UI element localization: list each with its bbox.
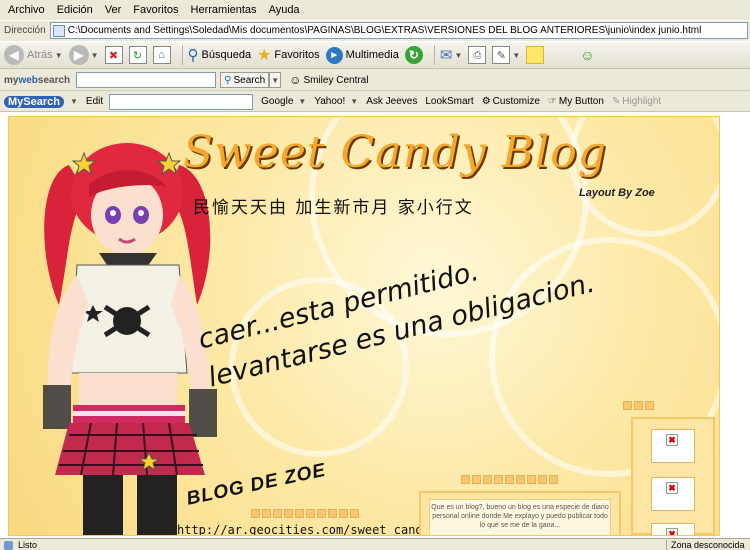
sidebar-panel: ✖ ✖ ✖ [631,417,715,535]
search-icon: ⚲ [224,74,232,86]
menu-favoritos[interactable]: Favoritos [127,4,184,16]
highlight-icon: ✎ [611,96,621,107]
mywebsearch-input[interactable] [76,72,217,88]
menu-edicion[interactable]: Edición [51,4,99,16]
messenger-button[interactable]: ☺ [580,47,594,63]
chevron-down-icon[interactable]: ▼ [454,51,462,60]
toolbar-divider [433,45,435,65]
mysearch-customize[interactable]: ⚙ Customize [482,96,540,107]
menu-archivo[interactable]: Archivo [2,4,51,16]
favorites-label: Favoritos [274,49,320,61]
decorative-dots [623,401,654,410]
multimedia-button[interactable]: ► Multimedia [325,46,399,64]
menu-ver[interactable]: Ver [99,4,128,16]
status-text: Listo [0,540,666,550]
toolbar-divider [181,45,183,65]
search-button[interactable]: ⚲ Búsqueda [188,46,252,64]
status-bar: Listo Zona desconocida [0,538,750,550]
star-icon: ★ [257,47,272,64]
mysearch-yahoo[interactable]: Yahoo! ▼ [314,96,358,107]
stop-button[interactable]: ✖ [104,46,123,64]
button-icon: ☞ [547,96,557,107]
broken-image: ✖ [651,429,695,463]
mywebsearch-dropdown[interactable]: ▼ [269,72,282,88]
mysearch-logo[interactable]: MySearch [4,95,64,108]
address-url: C:\Documents and Settings\Soledad\Mis do… [67,25,702,36]
intro-panel: Que es un blog?, bueno un blog es una es… [419,491,621,535]
mail-icon: ✉ [439,47,453,64]
back-button[interactable]: ◀ Atrás ▼ [4,45,63,65]
home-icon: ⌂ [152,46,171,64]
smiley-icon: ☺ [289,73,302,87]
note-icon [526,46,545,64]
page-icon [52,24,65,37]
mysearch-my-button[interactable]: ☞ My Button [548,96,604,107]
chevron-down-icon[interactable]: ▼ [512,51,520,60]
mail-button[interactable]: ✉ ▼ [440,46,463,64]
mywebsearch-search-button[interactable]: ⚲ Search [220,72,270,88]
address-label: Dirección [4,25,46,36]
layout-credit: Layout By Zoe [579,187,655,199]
menu-herramientas[interactable]: Herramientas [185,4,263,16]
decorative-dots [461,475,558,484]
broken-image: ✖ [651,523,695,535]
chevron-down-icon[interactable]: ▼ [91,51,99,60]
blog-title: Sweet Candy Blog [183,127,607,178]
mysearch-looksmart[interactable]: LookSmart [425,96,473,107]
broken-image-icon: ✖ [666,528,678,535]
history-button[interactable]: ↻ [404,46,423,64]
edit-button[interactable]: ✎ ▼ [492,46,520,64]
stop-icon: ✖ [104,46,123,64]
gear-icon: ⚙ [481,96,491,107]
printer-icon: ⎙ [468,46,487,64]
home-button[interactable]: ⌂ [152,46,171,64]
media-icon: ► [325,46,343,64]
notes-button[interactable] [526,46,545,64]
back-arrow-icon: ◀ [4,45,24,65]
favorites-button[interactable]: ★ Favoritos [257,45,320,65]
mysearch-edit-label[interactable]: Edit [86,96,103,107]
broken-image-icon: ✖ [666,482,678,494]
mywebsearch-logo: mywebsearch [4,74,71,86]
blog-banner: Sweet Candy Blog Layout By Zoe 民愉天天由 加生新… [8,116,720,536]
mysearch-google[interactable]: Google ▼ [261,96,306,107]
intro-text: Que es un blog?, bueno un blog es una es… [429,499,611,535]
refresh-button[interactable]: ↻ [128,46,147,64]
address-field[interactable]: C:\Documents and Settings\Soledad\Mis do… [49,22,748,39]
print-button[interactable]: ⎙ [468,46,487,64]
mysearch-input[interactable] [109,93,254,110]
decorative-dots [251,509,359,518]
search-label: Búsqueda [201,49,252,61]
address-bar: Dirección C:\Documents and Settings\Sole… [0,20,750,40]
refresh-icon: ↻ [128,46,147,64]
multimedia-label: Multimedia [345,49,399,61]
mywebsearch-toolbar: mywebsearch ⚲ Search ▼ ☺ Smiley Central [0,70,750,91]
menu-bar: Archivo Edición Ver Favoritos Herramient… [0,0,750,20]
mysearch-highlight[interactable]: ✎ Highlight [612,96,661,107]
chevron-down-icon[interactable]: ▼ [70,97,78,106]
mysearch-toolbar: MySearch ▼ Edit Google ▼ Yahoo! ▼ Ask Jeev… [0,92,750,112]
forward-button[interactable]: ▶ ▼ [68,45,99,65]
chinese-text: 民愉天天由 加生新市月 家小行文 [193,198,474,218]
security-zone: Zona desconocida [666,539,750,550]
broken-image: ✖ [651,477,695,511]
chevron-down-icon: ▼ [271,75,280,85]
messenger-icon: ☺ [580,47,595,63]
edit-icon: ✎ [492,46,511,64]
search-icon: ⚲ [187,47,199,64]
back-label: Atrás [27,49,53,61]
history-icon: ↻ [404,46,423,64]
standard-toolbar: ◀ Atrás ▼ ▶ ▼ ✖ ↻ ⌂ ⚲ Búsqueda ★ Favorit… [0,41,750,69]
page-viewport[interactable]: Sweet Candy Blog Layout By Zoe 民愉天天由 加生新… [0,112,750,538]
chevron-down-icon[interactable]: ▼ [55,51,63,60]
forward-arrow-icon: ▶ [68,45,89,65]
smiley-central-button[interactable]: ☺ Smiley Central [289,73,368,87]
broken-image-icon: ✖ [666,434,678,446]
menu-ayuda[interactable]: Ayuda [263,4,306,16]
mysearch-ask-jeeves[interactable]: Ask Jeeves [366,96,417,107]
